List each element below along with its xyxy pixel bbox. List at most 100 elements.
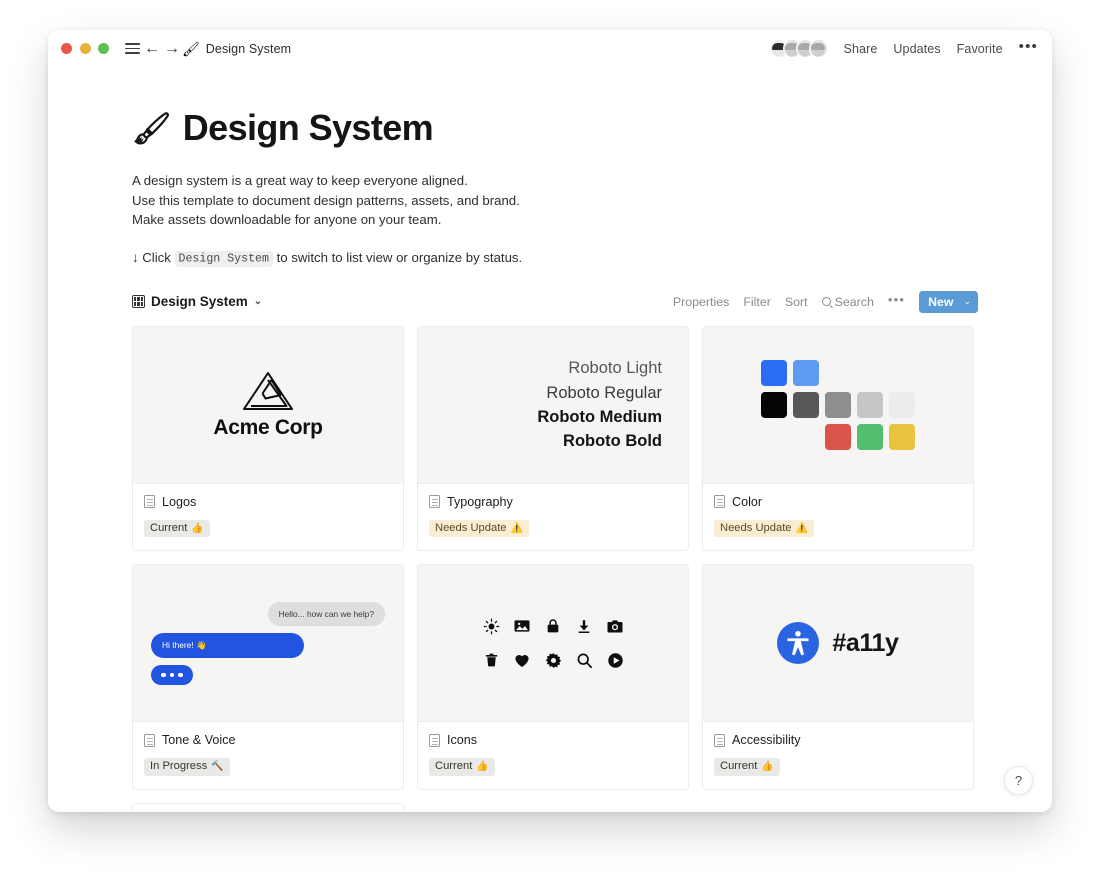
properties-button[interactable]: Properties xyxy=(673,295,729,309)
color-swatch xyxy=(761,392,787,418)
gallery-card-logos[interactable]: Acme Corp Logos Current 👍 xyxy=(132,326,404,552)
help-button[interactable]: ? xyxy=(1004,766,1033,795)
trash-icon xyxy=(484,651,499,669)
database-more-button[interactable]: ••• xyxy=(888,293,905,310)
close-window-button[interactable] xyxy=(61,43,72,54)
color-swatch xyxy=(761,360,787,386)
gallery-card-typography[interactable]: Roboto Light Roboto Regular Roboto Mediu… xyxy=(417,326,689,552)
chevron-down-icon: ⌄ xyxy=(963,296,971,307)
swatch-row xyxy=(761,360,915,386)
acme-logo-wordmark: Acme Corp xyxy=(213,416,322,440)
avatar xyxy=(809,39,828,58)
search-icon xyxy=(822,297,831,306)
color-swatch xyxy=(825,424,851,450)
titlebar-actions: Share Updates Favorite ••• xyxy=(770,30,1038,67)
swatch-spacer xyxy=(825,360,851,386)
updates-button[interactable]: Updates xyxy=(893,42,940,56)
brightness-icon xyxy=(483,618,500,635)
filter-button[interactable]: Filter xyxy=(743,295,771,309)
document-icon xyxy=(429,495,440,508)
intro-paragraph: A design system is a great way to keep e… xyxy=(132,171,968,230)
card-body: Tone & Voice In Progress 🔨 xyxy=(133,722,403,789)
intro-line: Use this template to document design pat… xyxy=(132,191,772,211)
card-body: Icons Current 👍 xyxy=(418,722,688,789)
search-button[interactable]: Search xyxy=(822,295,874,309)
sidebar-toggle-icon[interactable] xyxy=(122,39,142,59)
database-toolbar: Design System ⌄ Properties Filter Sort S… xyxy=(132,287,978,317)
collaborator-avatars[interactable] xyxy=(770,39,828,58)
color-swatch xyxy=(857,424,883,450)
card-title-text: Accessibility xyxy=(732,733,801,747)
database-view-name: Design System xyxy=(151,294,248,309)
gallery-card-tone-and-voice[interactable]: Hello... how can we help? Hi there! 👋 xyxy=(132,564,404,790)
gallery-card-icons[interactable]: Icons Current 👍 xyxy=(417,564,689,790)
gallery-card-next[interactable] xyxy=(132,803,404,812)
page-title-text: Design System xyxy=(183,107,433,149)
status-badge-text: Needs Update xyxy=(435,522,507,535)
status-badge: In Progress 🔨 xyxy=(144,758,230,776)
chat-mockup: Hello... how can we help? Hi there! 👋 xyxy=(133,602,403,686)
gallery-card-accessibility[interactable]: #a11y Accessibility Current 👍 xyxy=(702,564,974,790)
card-title: Icons xyxy=(429,733,677,747)
color-swatch xyxy=(793,360,819,386)
new-button[interactable]: New ⌄ xyxy=(919,291,978,314)
card-preview xyxy=(703,327,973,484)
card-title: Tone & Voice xyxy=(144,733,392,747)
accessibility-mark: #a11y xyxy=(777,622,898,664)
favorite-button[interactable]: Favorite xyxy=(957,42,1003,56)
accessibility-icon xyxy=(777,622,819,664)
thumbs-up-icon: 👍 xyxy=(761,760,773,773)
breadcrumb[interactable]: Design System xyxy=(206,42,291,56)
screenshot-root: ← → 🖌 Design System Share Updates Favori… xyxy=(0,0,1100,873)
hint-prefix: ↓ Click xyxy=(132,250,171,265)
gear-icon xyxy=(545,652,562,669)
page-content: 🖌 Design System A design system is a gre… xyxy=(48,67,968,812)
hint-line: ↓ Click Design System to switch to list … xyxy=(132,250,968,266)
status-badge: Needs Update ⚠️ xyxy=(429,520,529,538)
color-swatch xyxy=(857,392,883,418)
icon-specimen-grid xyxy=(476,609,631,677)
chat-bubble-typing xyxy=(151,665,193,686)
minimize-window-button[interactable] xyxy=(80,43,91,54)
zoom-window-button[interactable] xyxy=(98,43,109,54)
card-preview: Hello... how can we help? Hi there! 👋 xyxy=(133,565,403,722)
color-swatch xyxy=(889,392,915,418)
thumbs-up-icon: 👍 xyxy=(476,760,488,773)
typography-specimen: Roboto Light Roboto Regular Roboto Mediu… xyxy=(418,356,688,453)
card-title-text: Icons xyxy=(447,733,477,747)
heart-icon xyxy=(513,652,531,669)
page-title: 🖌 Design System xyxy=(132,107,968,149)
forward-arrow-icon[interactable]: → xyxy=(162,39,182,59)
traffic-light-buttons xyxy=(61,43,109,54)
status-badge-text: Current xyxy=(435,760,472,773)
swatch-row xyxy=(761,424,915,450)
status-badge-text: Current xyxy=(150,522,187,535)
document-icon xyxy=(714,734,725,747)
type-sample: Roboto Bold xyxy=(418,429,662,453)
type-sample: Roboto Regular xyxy=(418,381,662,405)
card-preview: #a11y xyxy=(703,565,973,722)
color-swatch xyxy=(793,392,819,418)
card-title: Accessibility xyxy=(714,733,962,747)
hint-suffix: to switch to list view or organize by st… xyxy=(277,250,523,265)
share-button[interactable]: Share xyxy=(844,42,878,56)
typing-dot xyxy=(170,673,175,678)
status-badge: Needs Update ⚠️ xyxy=(714,520,814,538)
more-options-button[interactable]: ••• xyxy=(1019,39,1038,58)
card-body: Accessibility Current 👍 xyxy=(703,722,973,789)
swatch-spacer xyxy=(857,360,883,386)
status-badge-text: Needs Update xyxy=(720,522,792,535)
gallery-card-color[interactable]: Color Needs Update ⚠️ xyxy=(702,326,974,552)
card-body: Typography Needs Update ⚠️ xyxy=(418,484,688,551)
acme-logo: Acme Corp xyxy=(213,369,322,440)
database-view-selector[interactable]: Design System ⌄ xyxy=(132,294,262,309)
play-icon xyxy=(607,652,624,669)
sort-button[interactable]: Sort xyxy=(785,295,808,309)
card-title-text: Typography xyxy=(447,495,513,509)
window-titlebar: ← → 🖌 Design System Share Updates Favori… xyxy=(48,30,1052,67)
color-swatch-grid xyxy=(761,360,915,450)
search-icon xyxy=(576,652,593,669)
back-arrow-icon[interactable]: ← xyxy=(142,39,162,59)
page-scroll-area[interactable]: 🖌 Design System A design system is a gre… xyxy=(48,67,1052,812)
card-title: Typography xyxy=(429,495,677,509)
